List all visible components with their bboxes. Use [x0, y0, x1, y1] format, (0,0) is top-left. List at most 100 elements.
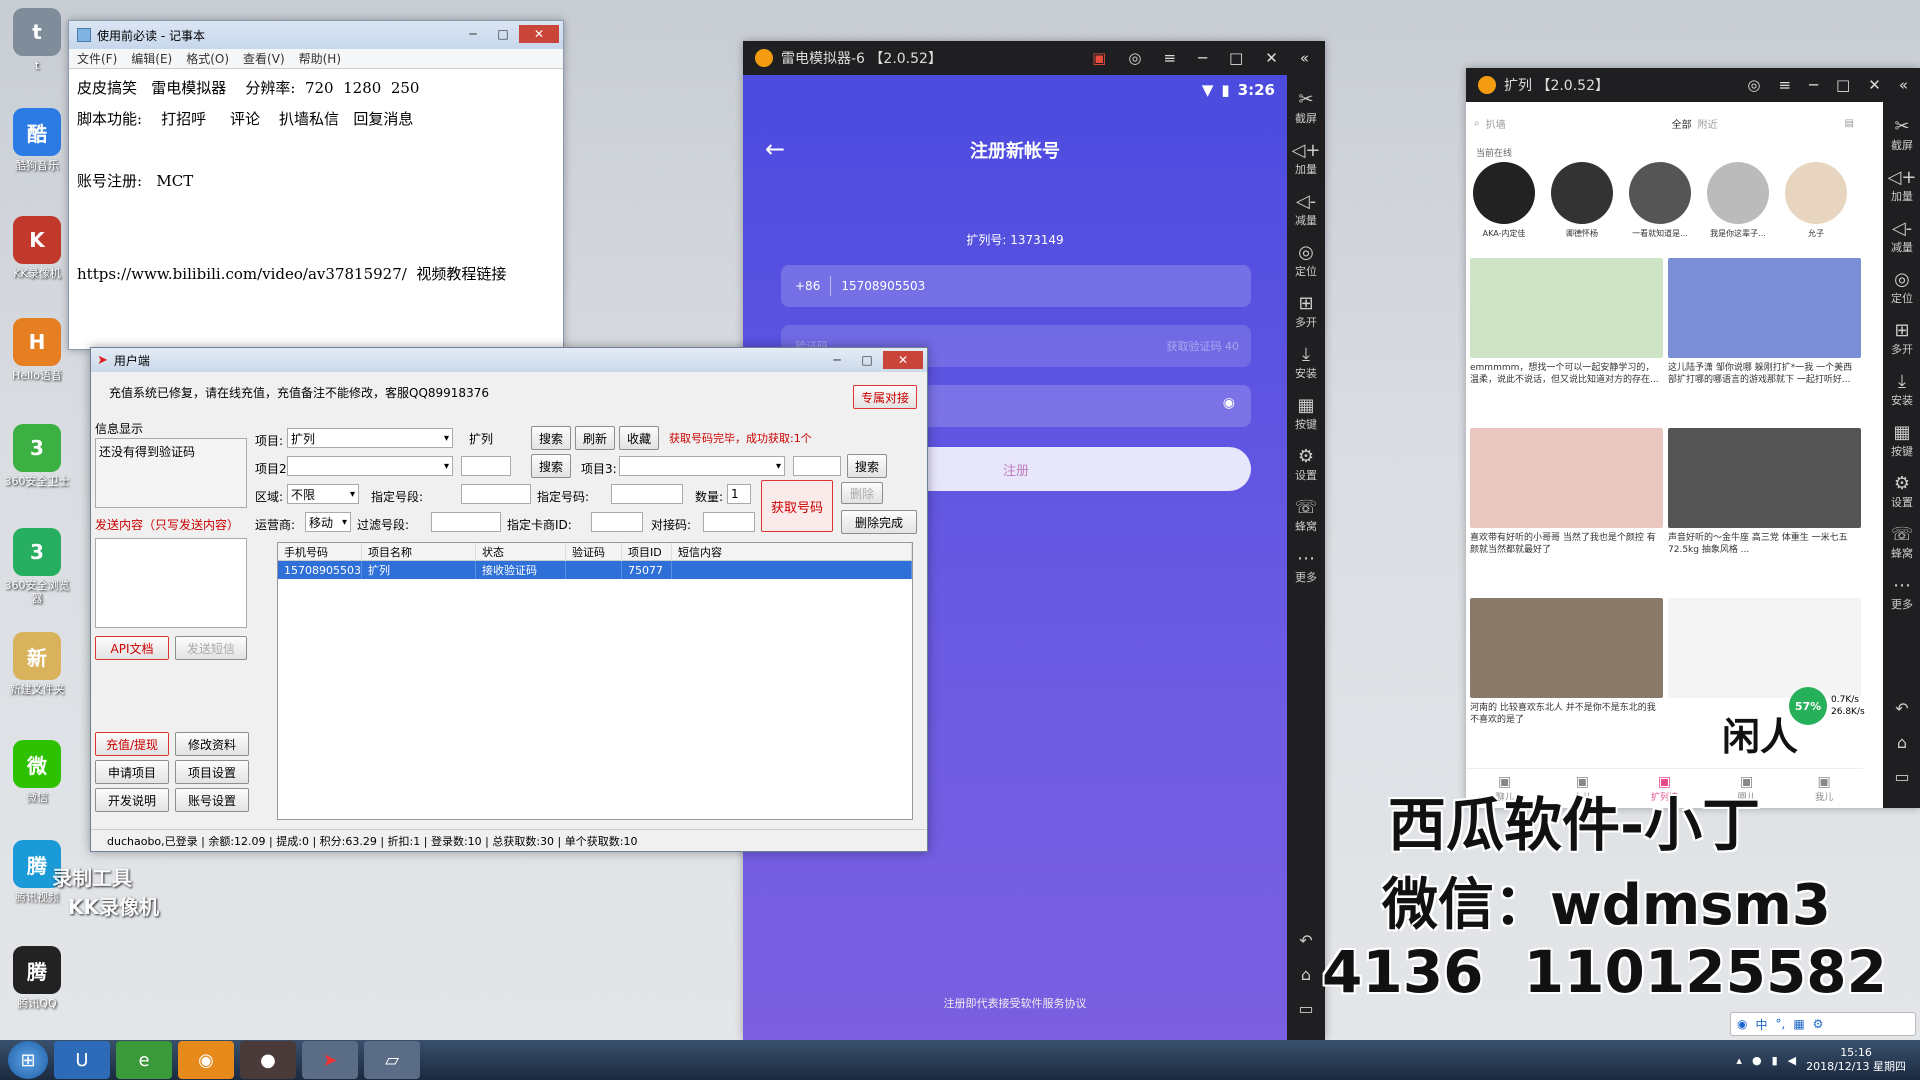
sidebar-tool[interactable]: ◁+ 加量	[1287, 140, 1325, 177]
online-user[interactable]: 卿德怀杨	[1548, 162, 1616, 239]
feed-card[interactable]: 这儿陆予潇 邹你说哪 躲刚打扩*一我 一个美西部扩打哪的哪语言的游戏那就下 一起…	[1668, 258, 1861, 386]
table-header-cell[interactable]: 项目ID	[622, 543, 672, 560]
online-user[interactable]: AKA-内定佳	[1470, 162, 1538, 239]
carrier-select[interactable]: 移动	[305, 512, 351, 532]
taskbar-360-browser-icon[interactable]: e	[116, 1041, 172, 1079]
close-icon[interactable]: ✕	[1265, 49, 1278, 67]
android-nav-icon[interactable]: ▭	[1287, 992, 1325, 1026]
close-icon[interactable]: ✕	[883, 351, 923, 369]
ime-keyboard-icon[interactable]: ▦	[1793, 1017, 1804, 1031]
left-action-button[interactable]: 项目设置	[175, 760, 249, 784]
table-header-cell[interactable]: 项目名称	[362, 543, 476, 560]
maximize-icon[interactable]: □	[853, 351, 881, 369]
sidebar-tool[interactable]: ◁+ 加量	[1883, 167, 1920, 204]
sidebar-tool[interactable]: ▦ 按键	[1883, 422, 1920, 459]
number-table[interactable]: 手机号码 项目名称 状态 验证码 项目ID 短信内容 15708905503 扩列 接收验证码 7…	[277, 542, 913, 820]
sidebar-tool[interactable]: ⊞ 多开	[1883, 320, 1920, 357]
notepad-window[interactable]: 使用前必读 - 记事本 ─ □ ✕ 文件(F) 编辑(E) 格式(O) 查看(V) 帮助…	[68, 20, 564, 350]
project3-select[interactable]	[619, 456, 785, 476]
desktop-icon[interactable]: 3 360安全浏览器	[4, 528, 70, 605]
eye-icon[interactable]: ◉	[1223, 395, 1235, 411]
left-action-button[interactable]: 开发说明	[95, 788, 169, 812]
special-connect-button[interactable]: 专属对接	[853, 385, 917, 409]
search-button-1[interactable]: 搜索	[531, 426, 571, 450]
message-icon[interactable]: ▤	[1845, 118, 1854, 129]
table-header-cell[interactable]: 验证码	[566, 543, 622, 560]
notepad-menu-item[interactable]: 编辑(E)	[131, 50, 172, 67]
desktop-icon[interactable]: K KK录像机	[4, 216, 70, 280]
menu-icon[interactable]: ≡	[1163, 49, 1176, 67]
desktop-icon[interactable]: tt	[4, 8, 70, 72]
sidebar-tool[interactable]: ✂ 截屏	[1287, 89, 1325, 126]
agreement-text[interactable]: 注册即代表接受软件服务协议	[743, 995, 1287, 1011]
sidebar-tool[interactable]: ☏ 蜂窝	[1883, 524, 1920, 561]
table-row[interactable]: 15708905503 扩列 接收验证码 75077	[278, 561, 912, 579]
feed-card[interactable]: 河南的 比较喜欢东北人 并不是你不是东北的我不喜欢的是了	[1470, 598, 1663, 726]
phone-field[interactable]: +86 15708905503	[781, 265, 1251, 307]
tray-network-icon[interactable]: ▮	[1772, 1054, 1778, 1067]
send-content-input[interactable]	[95, 538, 247, 628]
left-action-button[interactable]: 申请项目	[95, 760, 169, 784]
api-doc-button[interactable]: API文档	[95, 636, 169, 660]
maximize-icon[interactable]: □	[1836, 76, 1850, 94]
table-header-cell[interactable]: 短信内容	[672, 543, 912, 560]
ime-bar[interactable]: ◉ 中 °, ▦ ⚙	[1730, 1012, 1916, 1036]
maximize-icon[interactable]: □	[489, 25, 517, 43]
favorite-button[interactable]: 收藏	[619, 426, 659, 450]
desktop-icon[interactable]: 酷酷狗音乐	[4, 108, 70, 172]
minimize-icon[interactable]: ─	[1809, 76, 1818, 94]
left-action-button[interactable]: 账号设置	[175, 788, 249, 812]
collapse-icon[interactable]: «	[1899, 76, 1908, 94]
sidebar-tool[interactable]: ⤓ 安装	[1883, 371, 1920, 408]
ime-punct-icon[interactable]: °,	[1776, 1017, 1786, 1031]
minimize-icon[interactable]: ─	[823, 351, 851, 369]
desktop-icon[interactable]: 腾腾讯QQ	[4, 946, 70, 1010]
clock-date[interactable]: 2018/12/13 星期四	[1806, 1060, 1906, 1074]
emulator2-titlebar[interactable]: 扩列 【2.0.52】 ◎ ≡ ─ □ ✕ «	[1466, 68, 1920, 102]
notepad-menu-item[interactable]: 文件(F)	[77, 50, 117, 67]
get-code-button[interactable]: 获取验证码 40	[1167, 338, 1252, 354]
sidebar-tool[interactable]: ▦ 按键	[1287, 395, 1325, 432]
sidebar-tool[interactable]: ☏ 蜂窝	[1287, 497, 1325, 534]
gamepad-icon[interactable]: ◎	[1747, 76, 1760, 94]
refresh-button[interactable]: 刷新	[575, 426, 615, 450]
get-number-button[interactable]: 获取号码	[761, 480, 833, 532]
desktop-icon[interactable]: H Hello语音	[4, 318, 70, 382]
quantity-input[interactable]: 1	[727, 484, 751, 504]
filter-nearby[interactable]: 附近	[1698, 116, 1718, 131]
project3-text[interactable]	[793, 456, 841, 476]
desktop-icon[interactable]: 3 360安全卫士	[4, 424, 70, 488]
sidebar-tool[interactable]: ⤓ 安装	[1287, 344, 1325, 381]
project2-text[interactable]	[461, 456, 511, 476]
emulator-titlebar[interactable]: 雷电模拟器-6 【2.0.52】 ▣ ◎ ≡ ─ □ ✕ «	[743, 41, 1325, 75]
filter-segment-input[interactable]	[431, 512, 501, 532]
menu-icon[interactable]: ≡	[1778, 76, 1791, 94]
gamepad-icon[interactable]: ◎	[1128, 49, 1141, 67]
filter-all[interactable]: 全部	[1672, 116, 1692, 131]
card-vendor-input[interactable]	[591, 512, 643, 532]
desktop-icon[interactable]: 新新建文件夹	[4, 632, 70, 696]
minimize-icon[interactable]: ─	[459, 25, 487, 43]
close-icon[interactable]: ✕	[1868, 76, 1881, 94]
online-user[interactable]: 允子	[1782, 162, 1850, 239]
android-nav-icon[interactable]: ↶	[1287, 924, 1325, 958]
feed-card[interactable]: emmmmm，想找一个可以一起安静学习的，温柔，说此不说话，但又说比知道对方的存…	[1470, 258, 1663, 386]
sidebar-tool[interactable]: ◎ 定位	[1287, 242, 1325, 279]
sidebar-tool[interactable]: ⋯ 更多	[1883, 575, 1920, 612]
online-user[interactable]: 我是你这辈子...	[1704, 162, 1772, 239]
sidebar-tool[interactable]: ◁- 减量	[1883, 218, 1920, 255]
ime-settings-icon[interactable]: ⚙	[1813, 1017, 1824, 1031]
table-header-cell[interactable]: 状态	[476, 543, 566, 560]
project2-select[interactable]	[287, 456, 453, 476]
android-nav-icon[interactable]: ▭	[1883, 760, 1920, 794]
sidebar-tool[interactable]: ◎ 定位	[1883, 269, 1920, 306]
client-titlebar[interactable]: ➤ 用户端	[91, 348, 927, 372]
emulator-window-second[interactable]: 扩列 【2.0.52】 ◎ ≡ ─ □ ✕ « ⌕ 扒墙 全部 附近 ▤ 当前在…	[1466, 68, 1920, 808]
feed-card[interactable]: 声音好听的～金牛座 高三党 体重生 一米七五 72.5kg 抽象风格 ...	[1668, 428, 1861, 556]
clock-time[interactable]: 15:16	[1806, 1046, 1906, 1060]
sidebar-tool[interactable]: ✂ 截屏	[1883, 116, 1920, 153]
taskbar-ldplayer-icon[interactable]: ◉	[178, 1041, 234, 1079]
country-code[interactable]: +86	[795, 279, 820, 293]
sidebar-tool[interactable]: ◁- 减量	[1287, 191, 1325, 228]
left-action-button[interactable]: 充值/提现	[95, 732, 169, 756]
